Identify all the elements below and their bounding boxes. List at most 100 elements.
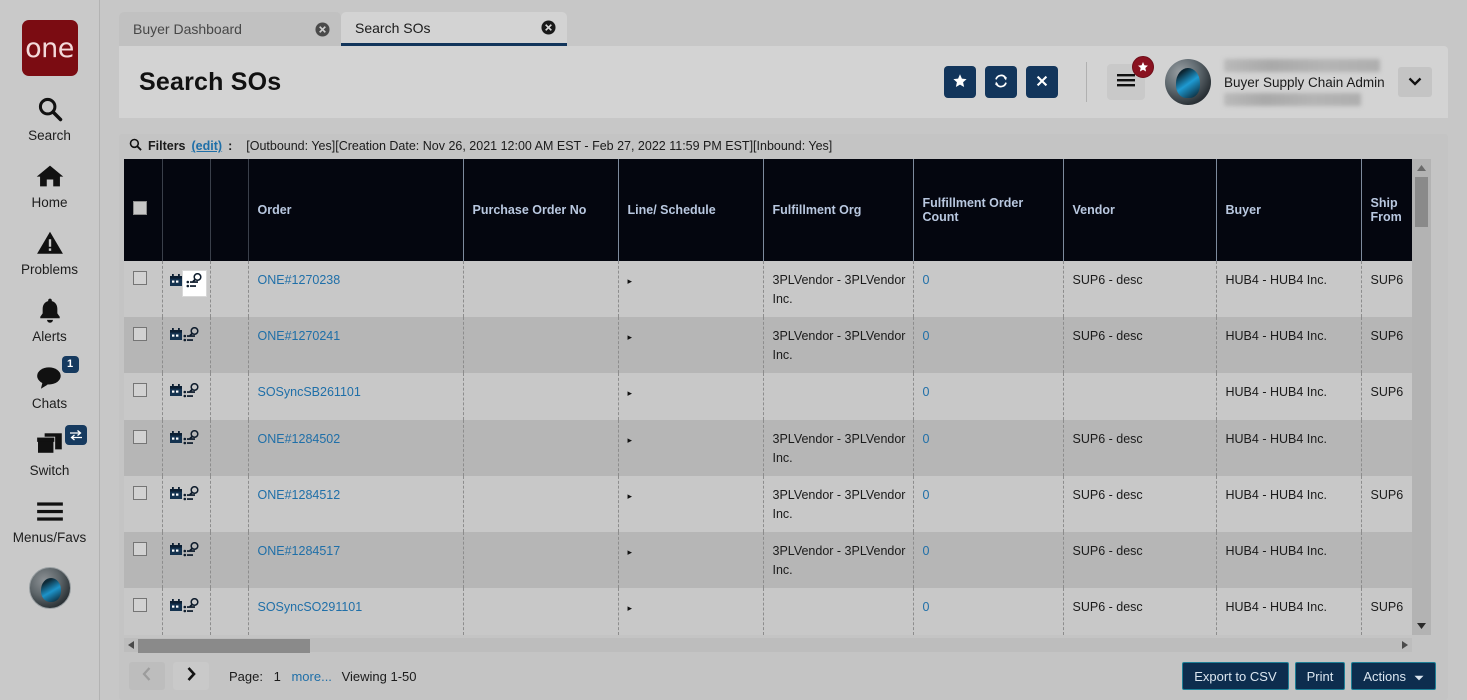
column-header-purchase-order-no[interactable]: Purchase Order No [463,158,619,261]
more-pages-link[interactable]: more... [291,669,331,684]
vertical-scrollbar[interactable] [1412,158,1431,635]
calendar-icon[interactable] [169,384,183,403]
cell-fulfillment-order-count[interactable]: 0 [913,372,1064,420]
order-details-icon[interactable] [183,382,200,405]
order-details-icon[interactable] [183,541,200,564]
cell-order[interactable]: SOSyncSB261101 [248,372,464,420]
scroll-up-arrow[interactable] [1416,159,1427,177]
column-header-fulfillment-order-count[interactable]: Fulfillment Order Count [913,158,1064,261]
cell-order[interactable]: ONE#1284517 [248,531,464,588]
table-row[interactable]: ONE#1270238 ▸ 3PLVendor - 3PLVendor Inc. 0 S… [124,260,1413,317]
table-row[interactable]: ONE#1284517 ▸ 3PLVendor - 3PLVendor Inc. 0 S… [124,531,1413,588]
column-header-vendor[interactable]: Vendor [1063,158,1217,261]
order-details-icon[interactable] [183,429,200,452]
scroll-left-arrow[interactable] [124,640,138,650]
order-details-icon[interactable] [183,326,200,349]
sidebar-item-alerts[interactable]: Alerts [0,277,100,344]
column-header-order[interactable]: Order [248,158,464,261]
page-number[interactable]: 1 [274,669,281,684]
cell-order[interactable]: SOSyncSO291101 [248,587,464,635]
header-menu-button[interactable] [1107,56,1154,100]
row-checkbox[interactable] [133,382,147,397]
row-checkbox[interactable] [133,270,147,285]
cell-fulfillment-order-count[interactable]: 0 [913,587,1064,635]
order-link: ONE#1270238 [257,272,341,287]
calendar-icon[interactable] [169,273,183,293]
sidebar-avatar[interactable] [28,567,71,609]
cell-line-schedule[interactable]: ▸ [618,475,764,532]
sidebar-item-home[interactable]: Home [0,143,100,210]
cell-line-schedule[interactable]: ▸ [618,531,764,588]
cell-fulfillment-order-count[interactable]: 0 [913,419,1064,476]
row-checkbox[interactable] [133,597,147,612]
export-to-csv-button[interactable]: Export to CSV [1182,662,1289,691]
column-header-ship-from[interactable]: Ship From [1361,158,1413,261]
expand-triangle-icon: ▸ [627,434,633,445]
close-icon[interactable] [541,20,556,35]
horizontal-scrollbar[interactable] [124,637,1412,653]
table-row[interactable]: ONE#1284502 ▸ 3PLVendor - 3PLVendor Inc. 0 S… [124,419,1413,476]
table-row[interactable]: SOSyncSB261101 ▸ 0 HUB4 - HUB4 Inc. SUP6 [124,372,1413,420]
table-row[interactable]: ONE#1270241 ▸ 3PLVendor - 3PLVendor Inc. 0 S… [124,316,1413,373]
calendar-icon[interactable] [169,328,183,347]
next-page-button[interactable] [173,662,209,691]
avatar[interactable] [1165,59,1211,105]
cell-line-schedule[interactable]: ▸ [618,316,764,373]
cell-fulfillment-order-count[interactable]: 0 [913,531,1064,588]
cell-line-schedule[interactable]: ▸ [618,372,764,420]
column-header-buyer[interactable]: Buyer [1216,158,1362,261]
fulfillment-order-count-link: 0 [922,328,930,343]
tab-search-sos[interactable]: Search SOs [341,12,567,46]
close-button[interactable] [1026,66,1058,98]
cell-fulfillment-order-count[interactable]: 0 [913,475,1064,532]
calendar-icon[interactable] [169,487,183,506]
expand-triangle-icon: ▸ [627,546,633,557]
favorite-button[interactable] [944,66,976,98]
close-icon[interactable] [315,21,330,37]
sidebar-item-problems[interactable]: Problems [0,210,100,277]
refresh-icon [993,73,1009,92]
sidebar-item-menus-favs[interactable]: Menus/Favs [0,478,100,545]
user-menu-button[interactable] [1398,67,1432,97]
cell-fulfillment-order-count[interactable]: 0 [913,316,1064,373]
table-row[interactable]: SOSyncSO291101 ▸ 0 SUP6 - desc HUB4 - HUB4 I… [124,587,1413,635]
filters-edit-link[interactable]: (edit) [192,139,223,153]
vertical-scrollbar-thumb[interactable] [1415,176,1428,227]
calendar-icon[interactable] [169,543,183,562]
horizontal-scrollbar-thumb[interactable] [138,638,310,653]
cell-line-schedule[interactable]: ▸ [618,419,764,476]
row-checkbox[interactable] [133,326,147,341]
tab-buyer-dashboard[interactable]: Buyer Dashboard [119,12,341,46]
main-area: Buyer Dashboard Search SOs Search SOs Bu… [100,0,1467,700]
previous-page-button[interactable] [129,662,165,691]
cell-fulfillment-org [763,587,914,635]
sidebar-item-switch[interactable]: Switch [0,411,100,478]
select-all-checkbox[interactable] [133,201,147,216]
cell-line-schedule[interactable]: ▸ [618,260,764,317]
fulfillment-order-count-link: 0 [922,384,930,399]
column-header-fulfillment-org[interactable]: Fulfillment Org [763,158,914,261]
print-button[interactable]: Print [1294,662,1346,691]
order-details-icon[interactable] [183,485,200,508]
refresh-button[interactable] [985,66,1017,98]
scroll-down-arrow[interactable] [1412,617,1431,635]
table-row[interactable]: ONE#1284512 ▸ 3PLVendor - 3PLVendor Inc. 0 S… [124,475,1413,532]
cell-fulfillment-order-count[interactable]: 0 [913,260,1064,317]
row-checkbox[interactable] [133,541,147,556]
cell-order[interactable]: ONE#1270241 [248,316,464,373]
calendar-icon[interactable] [169,431,183,450]
cell-order[interactable]: ONE#1284502 [248,419,464,476]
row-checkbox[interactable] [133,485,147,500]
actions-button[interactable]: Actions [1351,662,1436,691]
cell-order[interactable]: ONE#1270238 [248,260,464,317]
calendar-icon[interactable] [169,599,183,618]
order-details-icon[interactable] [182,270,206,296]
order-details-icon[interactable] [183,597,200,620]
cell-order[interactable]: ONE#1284512 [248,475,464,532]
row-checkbox[interactable] [133,429,147,444]
scroll-right-arrow[interactable] [1398,640,1412,650]
sidebar-item-chats[interactable]: 1 Chats [0,344,100,411]
column-header-line-schedule[interactable]: Line/ Schedule [618,158,764,261]
cell-line-schedule[interactable]: ▸ [618,587,764,635]
sidebar-item-search[interactable]: Search [0,76,100,143]
